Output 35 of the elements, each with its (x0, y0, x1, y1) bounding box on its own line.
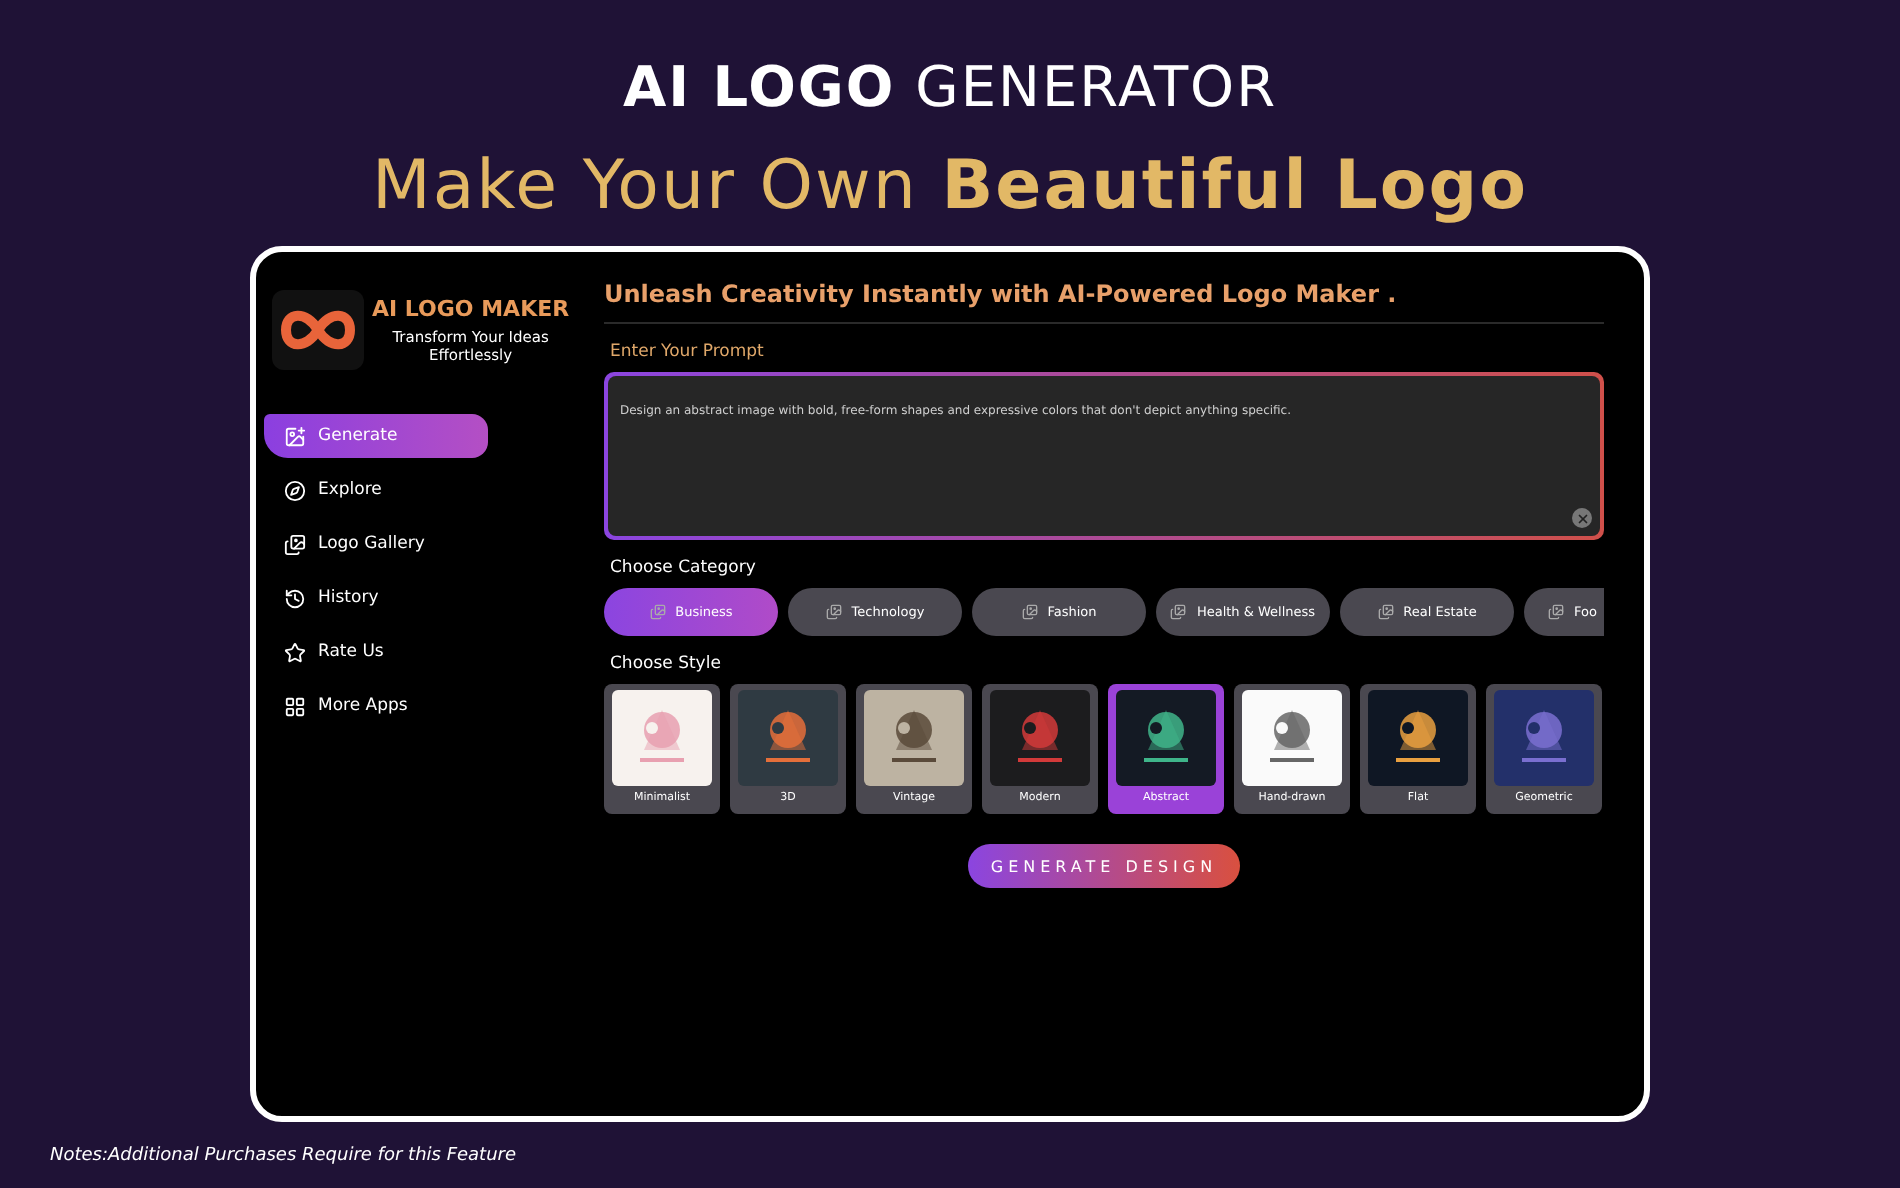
image-icon (825, 604, 842, 620)
star-icon (284, 641, 306, 663)
images-icon (284, 533, 306, 555)
compass-icon (284, 479, 306, 501)
sidebar-label: Rate Us (318, 642, 384, 662)
sidebar-item[interactable]: More Apps (264, 684, 488, 728)
prompt-label: Enter Your Prompt (610, 342, 766, 362)
sidebar-label: Explore (318, 480, 382, 500)
image-icon (1548, 604, 1564, 620)
main-heading: Unleash Creativity Instantly with AI-Powered Logo Maker . (604, 280, 1604, 324)
sidebar-item[interactable]: Explore (264, 468, 488, 512)
sidebar-item[interactable]: History (264, 576, 488, 620)
sidebar-label: Logo Gallery (318, 534, 425, 554)
image-icon (1377, 604, 1394, 620)
image-icon (649, 604, 666, 620)
history-icon (284, 587, 306, 609)
image-plus-icon (284, 425, 306, 447)
style-label: Choose Style (610, 654, 723, 674)
image-icon (1021, 604, 1038, 620)
category-label: Choose Category (610, 558, 758, 578)
app-name: AI LOGO MAKER (372, 296, 570, 322)
infinity-logo-icon (272, 290, 364, 370)
note-text: Notes:Additional Purchases Require for this Feature (50, 1146, 517, 1166)
generate-design-button[interactable]: GENERATE DESIGN (968, 844, 1240, 888)
image-icon (1170, 604, 1187, 620)
sidebar-item[interactable]: Generate (264, 414, 488, 458)
sidebar-label: History (318, 588, 379, 608)
sidebar-item[interactable]: Rate Us (264, 630, 488, 674)
sidebar-item[interactable]: Logo Gallery (264, 522, 488, 566)
sidebar-label: More Apps (318, 696, 408, 716)
grid-icon (284, 695, 306, 717)
clear-icon[interactable] (1572, 508, 1592, 528)
sidebar-label: Generate (318, 426, 398, 446)
subheadline: Make Your Own Beautiful Logo (372, 144, 1528, 228)
headline: AI LOGO GENERATOR (622, 52, 1278, 124)
